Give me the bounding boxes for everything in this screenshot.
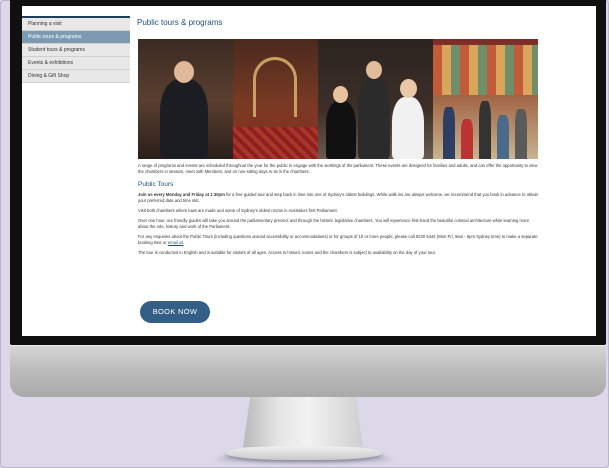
sidebar-item-public-tours[interactable]: Public tours & programs xyxy=(22,31,130,44)
hero-photo-guide xyxy=(138,39,233,159)
visitor-figure xyxy=(443,107,455,159)
person-figure xyxy=(358,77,390,159)
person-head xyxy=(366,61,382,79)
monitor-chin xyxy=(10,345,606,397)
section-title-public-tours: Public Tours xyxy=(138,181,174,188)
guide-figure xyxy=(160,79,208,159)
sidebar-item-planning-a-visit[interactable]: Planning a visit xyxy=(22,18,130,31)
guide-head xyxy=(174,61,194,83)
sidebar-item-student-tours[interactable]: Student tours & programs xyxy=(22,44,130,57)
person-head xyxy=(333,86,348,103)
sidebar-item-dining[interactable]: Dining & Gift Shop xyxy=(22,70,130,83)
hero-photo-family xyxy=(433,39,538,159)
main-content: A range of programs and events are sched… xyxy=(138,163,538,260)
visitor-figure xyxy=(479,101,491,159)
monitor-screen: Planning a visit Public tours & programs… xyxy=(22,6,596,336)
email-us-link[interactable]: email us xyxy=(168,240,184,245)
enquiry-paragraph: For any enquiries about the Public Tours… xyxy=(138,234,538,245)
visitor-figure xyxy=(497,115,509,159)
person-head xyxy=(400,79,417,98)
page-title: Public tours & programs xyxy=(137,18,223,27)
hour-paragraph: Over one hour, our friendly guides will … xyxy=(138,218,530,229)
visit-paragraph: Visit both chambers where laws are made … xyxy=(138,208,338,213)
visitor-figure xyxy=(515,109,527,159)
tour-schedule-paragraph: Join us every Monday and Friday at 1:30p… xyxy=(138,192,538,204)
person-figure xyxy=(326,101,356,159)
sidebar-item-events[interactable]: Events & exhibitions xyxy=(22,57,130,70)
monitor-stand-base xyxy=(225,446,383,460)
visitor-figure xyxy=(461,119,473,159)
hero-photo-chamber-hall xyxy=(233,39,318,159)
monitor-stand-neck xyxy=(243,397,363,447)
book-now-button[interactable]: BOOK NOW xyxy=(140,301,210,323)
intro-paragraph: A range of programs and events are sched… xyxy=(138,163,538,174)
mural-painting xyxy=(433,45,538,95)
english-paragraph: The tour is conducted in English and is … xyxy=(138,250,436,255)
hero-image-collage xyxy=(138,39,538,159)
hero-photo-group xyxy=(318,39,433,159)
red-carpet xyxy=(233,127,318,159)
sidebar-nav: Planning a visit Public tours & programs… xyxy=(22,18,130,83)
tour-schedule-bold: Join us every Monday and Friday at 1:30p… xyxy=(138,192,225,197)
arch-detail xyxy=(253,57,297,117)
person-figure xyxy=(392,97,424,159)
enquiry-text: For any enquiries about the Public Tours… xyxy=(138,234,538,245)
